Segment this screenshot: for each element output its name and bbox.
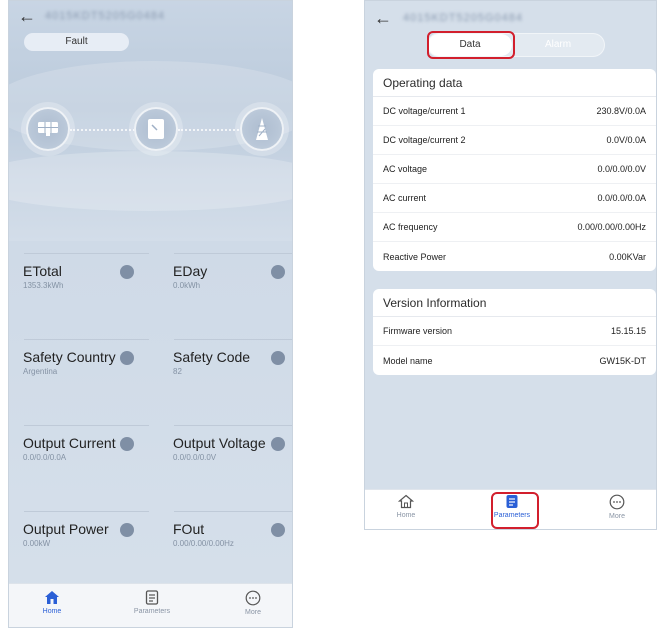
tab-home-label: Home xyxy=(42,608,62,615)
home-icon xyxy=(398,494,414,509)
row-label: Reactive Power xyxy=(383,251,447,262)
row-value: 0.0V/0.0A xyxy=(606,135,646,145)
device-serial: 4015KDT5205G0484 xyxy=(45,10,165,22)
metric-divider xyxy=(174,253,292,254)
metric-value: 0.0/0.0/0.0A xyxy=(23,453,67,462)
power-out-icon xyxy=(120,523,134,537)
back-arrow-icon[interactable]: ← xyxy=(18,7,36,25)
data-row: Firmware version 15.15.15 xyxy=(373,317,656,346)
flow-line-grid xyxy=(178,129,246,131)
solar-panel-icon xyxy=(26,107,70,151)
inverter-icon xyxy=(134,107,178,151)
data-row: DC voltage/current 2 0.0V/0.0A xyxy=(373,126,656,155)
metric-title: FOut xyxy=(173,521,205,537)
flow-line-pv xyxy=(70,129,138,131)
row-value: 15.15.15 xyxy=(610,326,646,336)
tab-more-label: More xyxy=(245,609,261,616)
row-value: 230.8V/0.0A xyxy=(596,106,646,116)
bottom-tabbar: Home Parameters More xyxy=(9,583,292,627)
metric-divider xyxy=(24,339,149,340)
row-label: Firmware version xyxy=(383,326,453,336)
tab-parameters[interactable]: Parameters xyxy=(117,590,187,615)
highlight-parameters-tab xyxy=(491,492,539,529)
shield-check-icon xyxy=(120,351,134,365)
tab-alarm[interactable]: Alarm xyxy=(523,34,593,56)
back-arrow-icon[interactable]: ← xyxy=(374,9,392,27)
row-value: GW15K-DT xyxy=(599,355,646,366)
version-info-panel: Version Information Firmware version 15.… xyxy=(373,289,656,375)
metric-value: Argentina xyxy=(23,367,58,376)
voltage-out-icon xyxy=(271,437,285,451)
metric-value: 0.00kW xyxy=(23,539,51,548)
row-label: AC voltage xyxy=(383,164,428,174)
row-label: AC current xyxy=(383,193,427,203)
device-serial: 4015KDT5205G0484 xyxy=(403,12,523,24)
tab-parameters-label: Parameters xyxy=(133,608,171,615)
row-value: 0.00KVar xyxy=(609,251,646,262)
row-label: DC voltage/current 2 xyxy=(383,135,466,145)
metric-divider xyxy=(24,511,149,512)
tab-more-label: More xyxy=(609,513,625,520)
metric-divider xyxy=(174,511,292,512)
tab-more[interactable]: More xyxy=(218,590,288,616)
row-value: 0.0/0.0/0.0A xyxy=(597,193,646,203)
row-label: Model name xyxy=(383,355,433,366)
metric-title: EDay xyxy=(173,263,208,279)
document-icon xyxy=(145,590,159,605)
metric-title: ETotal xyxy=(23,263,62,279)
metric-value: 0.0kWh xyxy=(173,281,201,290)
operating-data-heading: Operating data xyxy=(373,69,656,97)
metric-value: 0.0/0.0/0.0V xyxy=(173,453,217,462)
parameters-screen: ← 4015KDT5205G0484 Data Alarm Operating … xyxy=(364,0,657,530)
metric-value: 82 xyxy=(173,367,182,376)
tab-home-label: Home xyxy=(396,512,416,519)
row-label: AC frequency xyxy=(383,222,438,232)
metric-divider xyxy=(174,425,292,426)
data-row: Reactive Power 0.00KVar xyxy=(373,242,656,271)
tab-more[interactable]: More xyxy=(582,494,652,520)
metric-title: Safety Code xyxy=(173,349,251,365)
home-icon xyxy=(45,591,59,604)
metric-divider xyxy=(174,339,292,340)
home-screen: ← 4015KDT5205G0484 Fault ETotal 1353.3kW… xyxy=(8,0,293,628)
metric-title: Output Current xyxy=(23,435,116,451)
tab-home[interactable]: Home xyxy=(371,494,441,519)
current-out-icon xyxy=(120,437,134,451)
frequency-out-icon xyxy=(271,523,285,537)
code-icon xyxy=(271,351,285,365)
operating-data-panel: Operating data DC voltage/current 1 230.… xyxy=(373,69,656,271)
version-info-heading: Version Information xyxy=(373,289,656,317)
status-badge: Fault xyxy=(24,33,129,51)
metric-value: 0.00/0.00/0.00Hz xyxy=(173,539,234,548)
metric-divider xyxy=(24,425,149,426)
tab-home[interactable]: Home xyxy=(17,590,87,615)
metric-title: Safety Country xyxy=(23,349,116,365)
grid-tower-icon xyxy=(240,107,284,151)
highlight-data-tab xyxy=(427,31,515,59)
metric-divider xyxy=(24,253,149,254)
row-value: 0.0/0.0/0.0V xyxy=(597,164,646,174)
data-row: AC frequency 0.00/0.00/0.00Hz xyxy=(373,213,656,242)
row-label: DC voltage/current 1 xyxy=(383,106,466,116)
energy-total-icon xyxy=(120,265,134,279)
metric-value: 1353.3kWh xyxy=(23,281,64,290)
more-icon xyxy=(245,590,261,606)
metric-title: Output Voltage xyxy=(173,435,266,451)
data-row: DC voltage/current 1 230.8V/0.0A xyxy=(373,97,656,126)
data-row: AC voltage 0.0/0.0/0.0V xyxy=(373,155,656,184)
energy-day-icon xyxy=(271,265,285,279)
data-row: AC current 0.0/0.0/0.0A xyxy=(373,184,656,213)
data-row: Model name GW15K-DT xyxy=(373,346,656,375)
more-icon xyxy=(609,494,625,510)
row-value: 0.00/0.00/0.00Hz xyxy=(577,222,646,232)
metric-title: Output Power xyxy=(23,521,109,537)
